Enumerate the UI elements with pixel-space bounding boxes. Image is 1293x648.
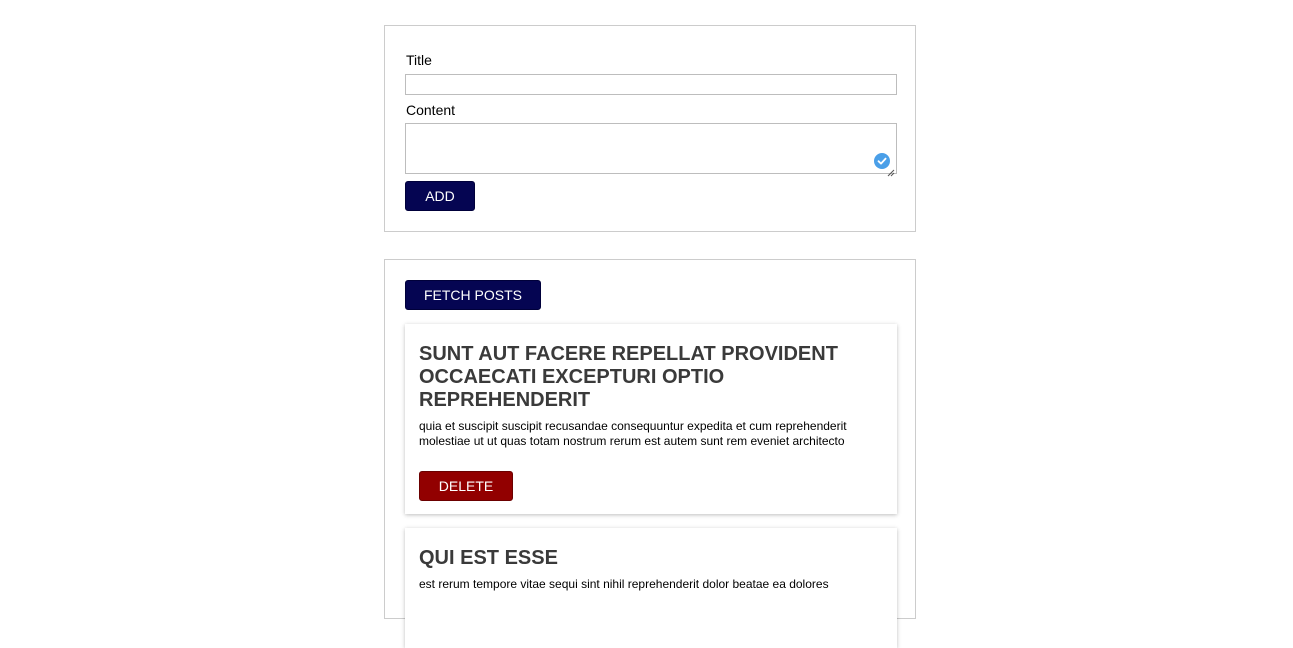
add-button[interactable]: ADD [405, 181, 475, 211]
post-title: SUNT AUT FACERE REPELLAT PROVIDENT OCCAE… [419, 343, 838, 411]
content-label: Content [406, 102, 456, 118]
post-card: SUNT AUT FACERE REPELLAT PROVIDENT OCCAE… [405, 324, 897, 514]
post-body: quia et suscipit suscipit recusandae con… [419, 419, 847, 448]
title-label: Title [406, 52, 432, 68]
title-input[interactable] [405, 74, 897, 95]
posts-panel: FETCH POSTS SUNT AUT FACERE REPELLAT PRO… [384, 259, 916, 648]
post-title: QUI EST ESSE [419, 547, 558, 569]
new-post-form: Title Content ADD [384, 25, 916, 232]
delete-post-button[interactable]: DELETE [419, 471, 513, 501]
resize-handle-icon[interactable] [887, 164, 895, 177]
fetch-posts-button[interactable]: FETCH POSTS [405, 280, 541, 310]
post-card: QUI EST ESSE est rerum tempore vitae seq… [405, 528, 897, 648]
post-body: est rerum tempore vitae sequi sint nihil… [419, 577, 829, 591]
content-textarea[interactable] [405, 123, 897, 177]
